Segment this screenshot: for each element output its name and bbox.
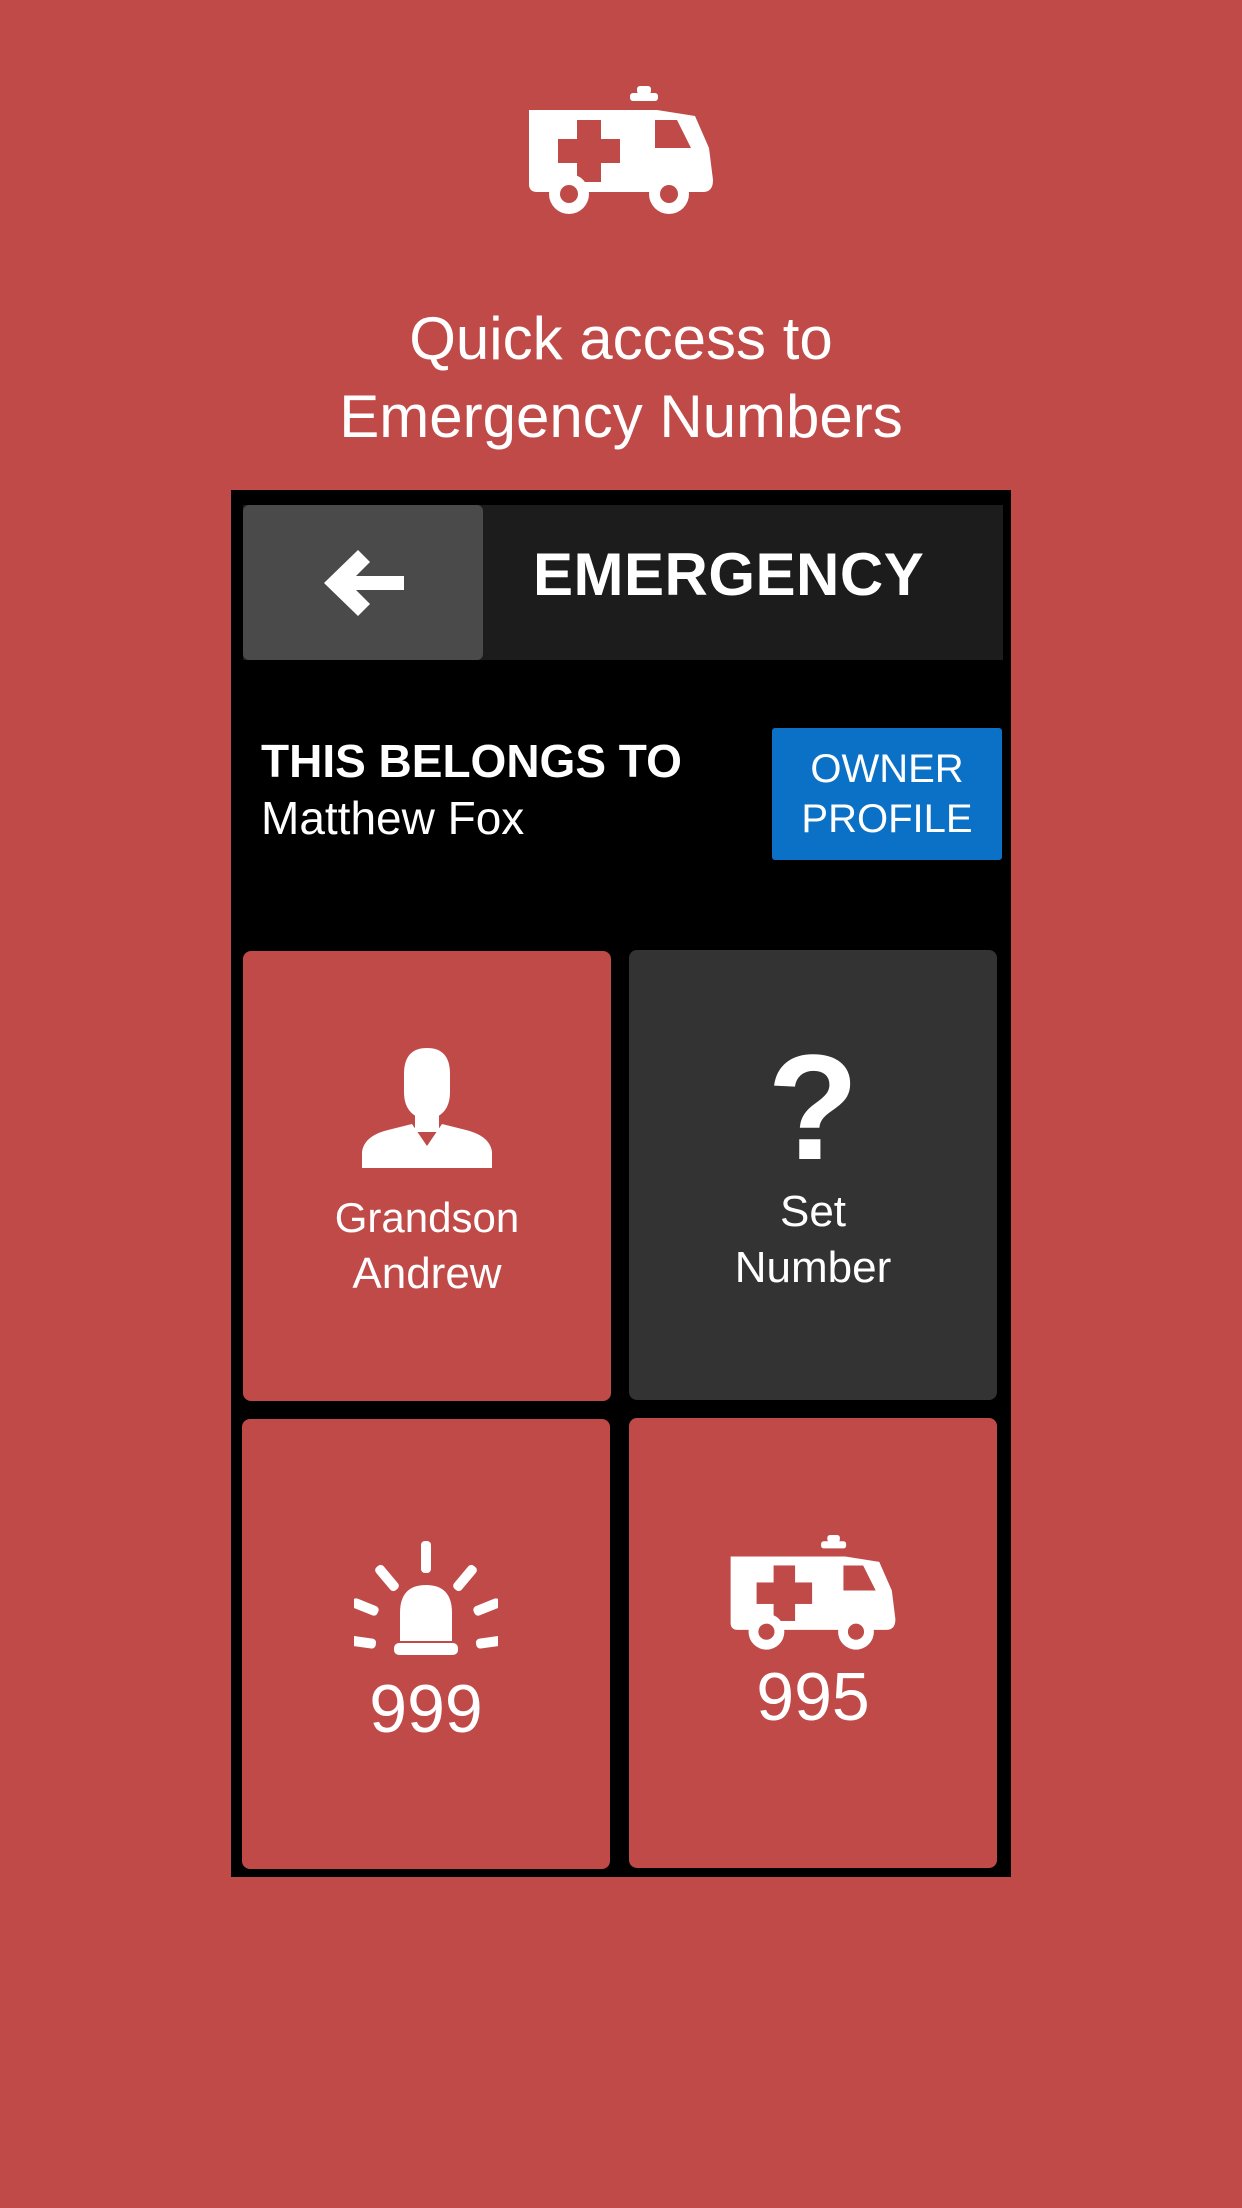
back-arrow-icon (324, 549, 404, 616)
contact-tile-grandson[interactable]: Grandson Andrew (243, 951, 611, 1401)
tile-number-995: 995 (756, 1659, 870, 1735)
person-icon (362, 1048, 492, 1168)
owner-profile-label-2: PROFILE (801, 797, 973, 841)
owner-name: Matthew Fox (261, 792, 525, 844)
tile-line-contact-name: Andrew (352, 1249, 502, 1298)
police-tile-999[interactable]: 999 (242, 1419, 610, 1869)
tile-line-set: Set (779, 1187, 847, 1236)
tile-line-relation: Grandson (334, 1194, 520, 1241)
set-number-tile[interactable]: ? Set Number (629, 950, 997, 1400)
header-bar: EMERGENCY (243, 505, 1003, 660)
owner-profile-button[interactable]: OWNER PROFILE (772, 728, 1002, 860)
ambulance-tile-995[interactable]: 995 (629, 1418, 997, 1868)
back-button[interactable] (243, 505, 483, 660)
owner-profile-label-1: OWNER (810, 747, 964, 791)
page-title: EMERGENCY (533, 541, 925, 608)
question-mark-icon: ? (767, 1023, 859, 1191)
headline: Quick access to Emergency Numbers (0, 300, 1242, 456)
headline-line-1: Quick access to (409, 305, 833, 372)
ambulance-icon (529, 86, 713, 214)
ambulance-icon (730, 1535, 896, 1650)
tile-line-number: Number (734, 1243, 892, 1292)
siren-icon (354, 1541, 498, 1655)
tile-number-999: 999 (369, 1671, 483, 1747)
contact-tile-label: Grandson Andrew (335, 1190, 519, 1302)
owner-heading: THIS BELONGS TO (261, 735, 682, 787)
phone-screen: EMERGENCY THIS BELONGS TO Matthew Fox OW… (231, 490, 1011, 1877)
set-number-label: Set Number (735, 1184, 892, 1296)
headline-line-2: Emergency Numbers (339, 383, 903, 450)
